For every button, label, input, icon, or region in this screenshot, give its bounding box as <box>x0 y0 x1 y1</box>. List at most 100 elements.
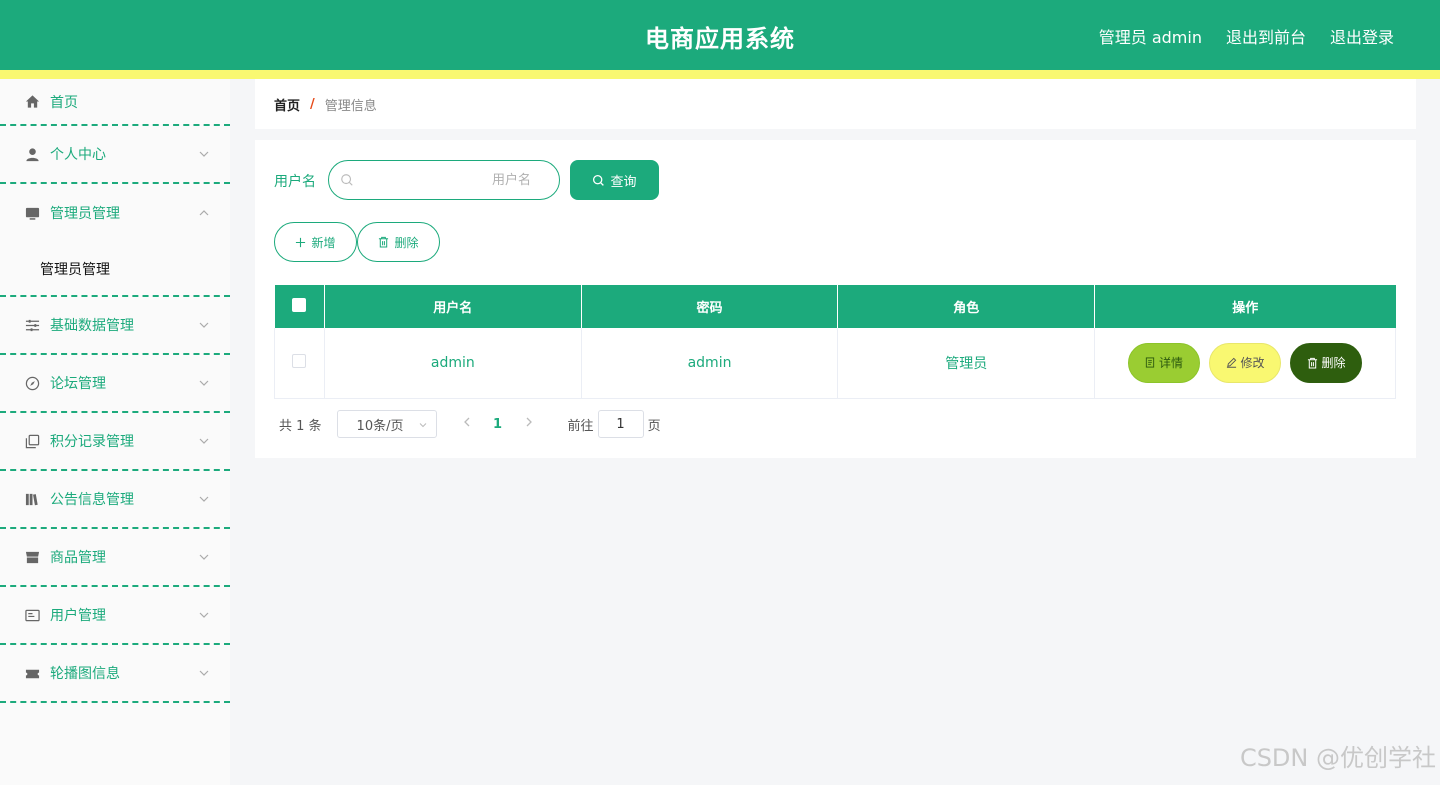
sidebar-item-label: 论坛管理 <box>50 376 106 392</box>
cell-username: admin <box>324 328 582 399</box>
chevron-down-icon <box>419 423 426 428</box>
chevron-left-icon <box>463 417 470 427</box>
sidebar-item-label: 公告信息管理 <box>50 492 134 508</box>
sidebar-item-basic-data[interactable]: 基础数据管理 <box>0 297 230 355</box>
sidebar-item-home[interactable]: 首页 <box>0 79 230 126</box>
detail-button[interactable]: 详情 <box>1128 342 1201 383</box>
sidebar-subitem-admin-manage[interactable]: 管理员管理 <box>0 242 230 297</box>
cell-actions: 详情 修改 删除 <box>1094 328 1396 399</box>
document-icon <box>1145 357 1155 368</box>
next-page-button[interactable] <box>517 416 541 432</box>
search-icon <box>341 174 353 186</box>
add-button-label: 新增 <box>311 235 336 250</box>
pagination: 共 1 条 10条/页 1 前往 页 <box>279 410 661 438</box>
query-button-label: 查询 <box>610 174 637 190</box>
header-links: 管理员 admin 退出到前台 退出登录 <box>1099 24 1394 48</box>
chevron-down-icon <box>199 380 209 386</box>
sidebar-item-goods[interactable]: 商品管理 <box>0 529 230 587</box>
chevron-down-icon <box>199 151 209 157</box>
trash-icon <box>379 236 389 248</box>
edit-button[interactable]: 修改 <box>1209 342 1282 383</box>
sidebar: 首页 个人中心 管理员管理 管理员管理 基础数据管理 论坛管理 积分记录管理 公… <box>0 79 230 785</box>
select-all-checkbox[interactable] <box>292 297 307 312</box>
sidebar-item-label: 个人中心 <box>50 147 106 163</box>
plus-icon <box>296 237 306 247</box>
sidebar-item-label: 商品管理 <box>50 550 106 566</box>
column-header: 操作 <box>1094 285 1396 328</box>
chevron-down-icon <box>199 322 209 328</box>
page-number[interactable]: 1 <box>479 417 517 432</box>
sidebar-item-label: 基础数据管理 <box>50 318 134 334</box>
sliders-icon <box>24 317 40 333</box>
trash-icon <box>1307 357 1317 369</box>
batch-delete-button[interactable]: 删除 <box>357 222 440 262</box>
sidebar-item-admin[interactable]: 管理员管理 <box>0 184 230 242</box>
batch-delete-button-label: 删除 <box>394 235 419 250</box>
chevron-right-icon <box>526 417 532 427</box>
sidebar-item-label: 轮播图信息 <box>50 666 120 682</box>
sidebar-item-notice[interactable]: 公告信息管理 <box>0 471 230 529</box>
ticket-icon <box>24 665 40 681</box>
column-header: 角色 <box>837 285 1096 328</box>
row-delete-button-label: 删除 <box>1321 356 1346 371</box>
breadcrumb-current: 管理信息 <box>324 98 377 114</box>
sidebar-item-label: 用户管理 <box>50 608 106 624</box>
query-button[interactable]: 查询 <box>570 160 659 200</box>
sidebar-item-label: 首页 <box>50 94 78 111</box>
sidebar-item-points[interactable]: 积分记录管理 <box>0 413 230 471</box>
copy-icon <box>24 433 40 449</box>
detail-button-label: 详情 <box>1159 356 1184 371</box>
column-header: 用户名 <box>324 285 582 328</box>
chevron-down-icon <box>199 496 209 502</box>
page-size-select[interactable]: 10条/页 <box>336 410 437 438</box>
row-checkbox[interactable] <box>292 353 307 368</box>
data-table: 用户名 密码 角色 操作 admin admin 管理员 详情 修改 删除 <box>274 285 1396 399</box>
breadcrumb-home[interactable]: 首页 <box>274 95 300 114</box>
cell-role: 管理员 <box>837 328 1096 399</box>
search-input[interactable] <box>361 169 551 191</box>
breadcrumb: 首页 / 管理信息 <box>255 79 1416 129</box>
pencil-icon <box>1226 357 1236 368</box>
row-delete-button[interactable]: 删除 <box>1290 342 1363 383</box>
sidebar-item-forum[interactable]: 论坛管理 <box>0 355 230 413</box>
content-panel: 用户名 查询 新增 删除 用户名 密码 角色 操作 admin <box>255 140 1416 458</box>
edit-button-label: 修改 <box>1240 356 1265 371</box>
chevron-down-icon <box>199 670 209 676</box>
back-to-front-link[interactable]: 退出到前台 <box>1226 24 1306 48</box>
goto-suffix: 页 <box>647 418 661 434</box>
compass-icon <box>24 375 40 391</box>
chevron-down-icon <box>199 612 209 618</box>
search-label: 用户名 <box>274 174 316 190</box>
books-icon <box>24 491 40 507</box>
shop-icon <box>24 549 40 565</box>
chevron-down-icon <box>199 554 209 560</box>
home-icon <box>24 94 40 110</box>
chevron-up-icon <box>199 210 209 216</box>
current-user-label: 管理员 admin <box>1098 28 1202 47</box>
prev-page-button[interactable] <box>455 416 479 432</box>
search-field[interactable] <box>328 160 560 200</box>
table-header-row: 用户名 密码 角色 操作 <box>274 285 1396 328</box>
header-select-all[interactable] <box>274 285 325 328</box>
chevron-down-icon <box>199 438 209 444</box>
watermark: CSDN @优创学社 <box>1239 744 1436 772</box>
top-header: 电商应用系统 管理员 admin 退出到前台 退出登录 <box>0 0 1440 70</box>
table-row: admin admin 管理员 详情 修改 删除 <box>274 328 1396 399</box>
sidebar-item-users[interactable]: 用户管理 <box>0 587 230 645</box>
cell-password: admin <box>581 328 839 399</box>
sidebar-item-profile[interactable]: 个人中心 <box>0 126 230 184</box>
breadcrumb-separator: / <box>310 96 315 112</box>
column-header: 密码 <box>581 285 839 328</box>
header-stripe <box>0 70 1440 79</box>
row-select-cell[interactable] <box>274 328 325 399</box>
sidebar-item-label: 积分记录管理 <box>50 434 134 450</box>
logout-link[interactable]: 退出登录 <box>1330 24 1394 48</box>
goto-label: 前往 <box>567 418 594 434</box>
goto-page-input[interactable] <box>597 410 644 438</box>
idcard-icon <box>24 607 40 623</box>
add-button[interactable]: 新增 <box>274 222 357 262</box>
sidebar-item-carousel[interactable]: 轮播图信息 <box>0 645 230 703</box>
page-size-value: 10条/页 <box>356 418 404 434</box>
sidebar-item-label: 管理员管理 <box>50 206 120 222</box>
pagination-total: 共 1 条 <box>279 418 322 434</box>
